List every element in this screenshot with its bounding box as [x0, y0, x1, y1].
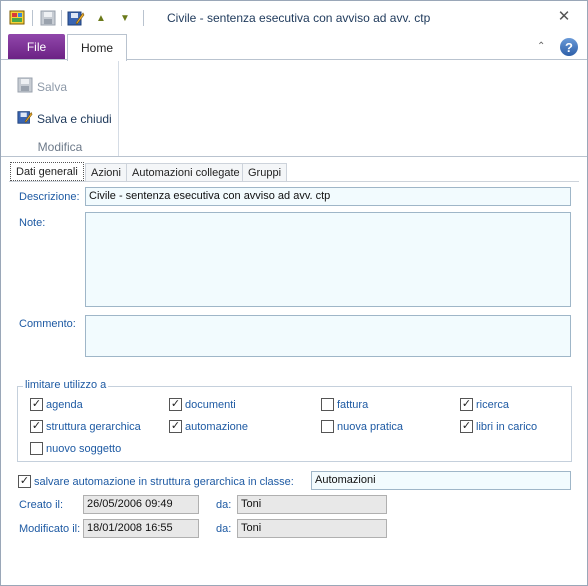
collapse-ribbon-icon[interactable]: ⌃ — [537, 41, 545, 52]
modificato-label: Modificato il: — [19, 523, 81, 535]
checkbox-box[interactable]: ✓ — [460, 420, 473, 433]
tab-gruppi[interactable]: Gruppi — [242, 163, 288, 181]
save-button[interactable]: Salva — [17, 77, 67, 96]
qat-separator — [61, 10, 62, 26]
limit-usage-groupbox: limitare utilizzo a ✓ agenda ✓ documenti… — [17, 379, 572, 462]
checkbox-box[interactable]: ✓ — [169, 398, 182, 411]
commento-label: Commento: — [19, 318, 76, 330]
save-close-icon[interactable] — [67, 9, 85, 27]
checkbox-box[interactable] — [30, 442, 43, 455]
checkbox-ricerca[interactable]: ✓ ricerca — [460, 398, 509, 411]
save-close-icon — [17, 109, 33, 128]
modificato-da-value: Toni — [237, 519, 387, 538]
checkbox-box[interactable]: ✓ — [18, 475, 31, 488]
form-content: Dati generali Azioni Automazioni collega… — [1, 158, 587, 585]
checkbox-label: nuovo soggetto — [46, 442, 122, 455]
tab-dati-generali[interactable]: Dati generali — [10, 162, 84, 181]
creato-da-label: da: — [216, 499, 232, 511]
move-up-icon[interactable]: ▲ — [92, 9, 110, 27]
modificato-value: 18/01/2008 16:55 — [83, 519, 199, 538]
checkbox-label: agenda — [46, 398, 83, 411]
qat-separator — [143, 10, 144, 26]
tab-azioni[interactable]: Azioni — [85, 163, 127, 181]
checkbox-agenda[interactable]: ✓ agenda — [30, 398, 83, 411]
descrizione-input[interactable]: Civile - sentenza esecutiva con avviso a… — [85, 187, 571, 206]
checkbox-box[interactable] — [321, 398, 334, 411]
checkbox-libri-in-carico[interactable]: ✓ libri in carico — [460, 420, 537, 433]
save-in-class-label: salvare automazione in struttura gerarch… — [34, 475, 294, 488]
file-tab[interactable]: File — [8, 34, 65, 60]
checkbox-label: ricerca — [476, 398, 510, 411]
tab-panel-border — [9, 181, 579, 182]
help-icon[interactable]: ? — [560, 38, 578, 56]
creato-value: 26/05/2006 09:49 — [83, 495, 199, 514]
tab-automazioni-collegate[interactable]: Automazioni collegate — [126, 163, 246, 181]
modificato-da-label: da: — [216, 523, 232, 535]
note-textarea[interactable] — [85, 212, 571, 307]
save-icon — [17, 77, 33, 96]
ribbon-tab-row: File Home ⌃ ? — [1, 33, 587, 61]
checkbox-documenti[interactable]: ✓ documenti — [169, 398, 236, 411]
checkbox-label: automazione — [185, 420, 248, 433]
save-and-close-button[interactable]: Salva e chiudi — [17, 109, 112, 128]
app-icon[interactable] — [9, 9, 27, 27]
checkbox-box[interactable]: ✓ — [460, 398, 473, 411]
checkbox-box[interactable]: ✓ — [169, 420, 182, 433]
checkbox-label: nuova pratica — [337, 420, 404, 433]
checkbox-nuovo-soggetto[interactable]: nuovo soggetto — [30, 442, 121, 455]
dialog-window: ▲ ▼ Civile - sentenza esecutiva con avvi… — [0, 0, 588, 586]
checkbox-box[interactable] — [321, 420, 334, 433]
checkbox-automazione[interactable]: ✓ automazione — [169, 420, 248, 433]
checkbox-box[interactable]: ✓ — [30, 398, 43, 411]
descrizione-label: Descrizione: — [19, 191, 80, 203]
move-down-icon[interactable]: ▼ — [116, 9, 134, 27]
checkbox-nuova-pratica[interactable]: nuova pratica — [321, 420, 403, 433]
checkbox-struttura-gerarchica[interactable]: ✓ struttura gerarchica — [30, 420, 141, 433]
save-and-close-label: Salva e chiudi — [37, 111, 112, 126]
checkbox-label: documenti — [185, 398, 236, 411]
title-bar: ▲ ▼ Civile - sentenza esecutiva con avvi… — [1, 1, 587, 33]
window-title: Civile - sentenza esecutiva con avviso a… — [167, 11, 431, 25]
qat-separator — [32, 10, 33, 26]
checkbox-box[interactable]: ✓ — [30, 420, 43, 433]
creato-label: Creato il: — [19, 499, 64, 511]
home-tab[interactable]: Home — [67, 34, 127, 61]
close-icon[interactable]: ✕ — [555, 7, 573, 27]
checkbox-label: struttura gerarchica — [46, 420, 141, 433]
checkbox-fattura[interactable]: fattura — [321, 398, 368, 411]
limit-usage-title: limitare utilizzo a — [23, 379, 109, 391]
save-button-label: Salva — [37, 79, 68, 94]
ribbon: Salva Salva e chiudi Modifica — [1, 59, 587, 157]
save-icon[interactable] — [39, 9, 57, 27]
commento-textarea[interactable] — [85, 315, 571, 357]
ribbon-group-modifica: Salva Salva e chiudi Modifica — [1, 60, 119, 156]
ribbon-group-label: Modifica — [37, 140, 83, 154]
class-input[interactable]: Automazioni — [311, 471, 571, 490]
note-label: Note: — [19, 217, 46, 229]
checkbox-label: libri in carico — [476, 420, 538, 433]
checkbox-label: fattura — [337, 398, 369, 411]
checkbox-save-in-class[interactable]: ✓ salvare automazione in struttura gerar… — [18, 475, 294, 488]
creato-da-value: Toni — [237, 495, 387, 514]
